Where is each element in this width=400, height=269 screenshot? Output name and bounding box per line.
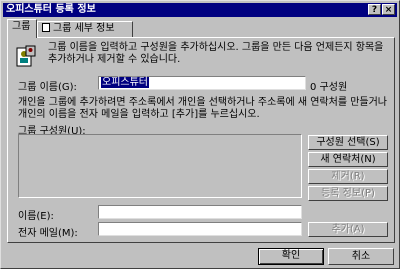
cancel-button[interactable]: 취소 — [328, 248, 394, 265]
name-input[interactable] — [98, 205, 302, 219]
group-name-input[interactable]: 오피스튜터 — [98, 76, 306, 90]
window-title: 오피스튜터 등록 정보 — [6, 4, 96, 15]
ok-button[interactable]: 확인 — [258, 248, 324, 265]
instructions-text: 그룹 이름을 입력하고 구성원을 추가하십시오. 그룹을 만든 다음 언제든지 … — [48, 42, 384, 65]
help-button[interactable]: ? — [368, 4, 381, 15]
select-members-button[interactable]: 구성원 선택(S) — [308, 135, 388, 150]
description-text: 개인을 그룹에 추가하려면 주소록에서 개인을 선택하거나 주소록에 새 연락처… — [18, 97, 388, 120]
properties-button[interactable]: 등록 정보(P) — [308, 186, 388, 201]
member-count: 0 구성원 — [310, 82, 348, 93]
close-button[interactable]: × — [382, 4, 395, 15]
email-label: 전자 메일(M): — [18, 228, 78, 239]
group-name-label: 그룹 이름(G): — [18, 82, 77, 93]
tab-group-details[interactable]: 그룹 세부 정보 — [37, 21, 133, 37]
tab-group-label: 그룹 — [12, 21, 31, 32]
email-input[interactable] — [98, 222, 302, 236]
tab-group[interactable]: 그룹 — [7, 19, 37, 38]
group-name-value: 오피스튜터 — [101, 77, 149, 88]
new-contact-button[interactable]: 새 연락처(N) — [308, 152, 388, 167]
title-bar: 오피스튜터 등록 정보 — [3, 3, 397, 17]
add-button[interactable]: 추가(A) — [308, 222, 388, 237]
tab-panel: 그룹 이름을 입력하고 구성원을 추가하십시오. 그룹을 만든 다음 언제든지 … — [7, 37, 395, 243]
tab-group-details-label: 그룹 세부 정보 — [53, 23, 115, 34]
group-icon — [14, 44, 38, 68]
remove-button[interactable]: 제거(R) — [308, 169, 388, 184]
name-label: 이름(E): — [18, 211, 54, 222]
dialog-window: 오피스튜터 등록 정보 ? × 그룹 그룹 세부 정보 그룹 이름을 입력하고 … — [0, 0, 400, 269]
members-list[interactable] — [18, 134, 302, 198]
tab-group-details-icon — [42, 23, 50, 32]
